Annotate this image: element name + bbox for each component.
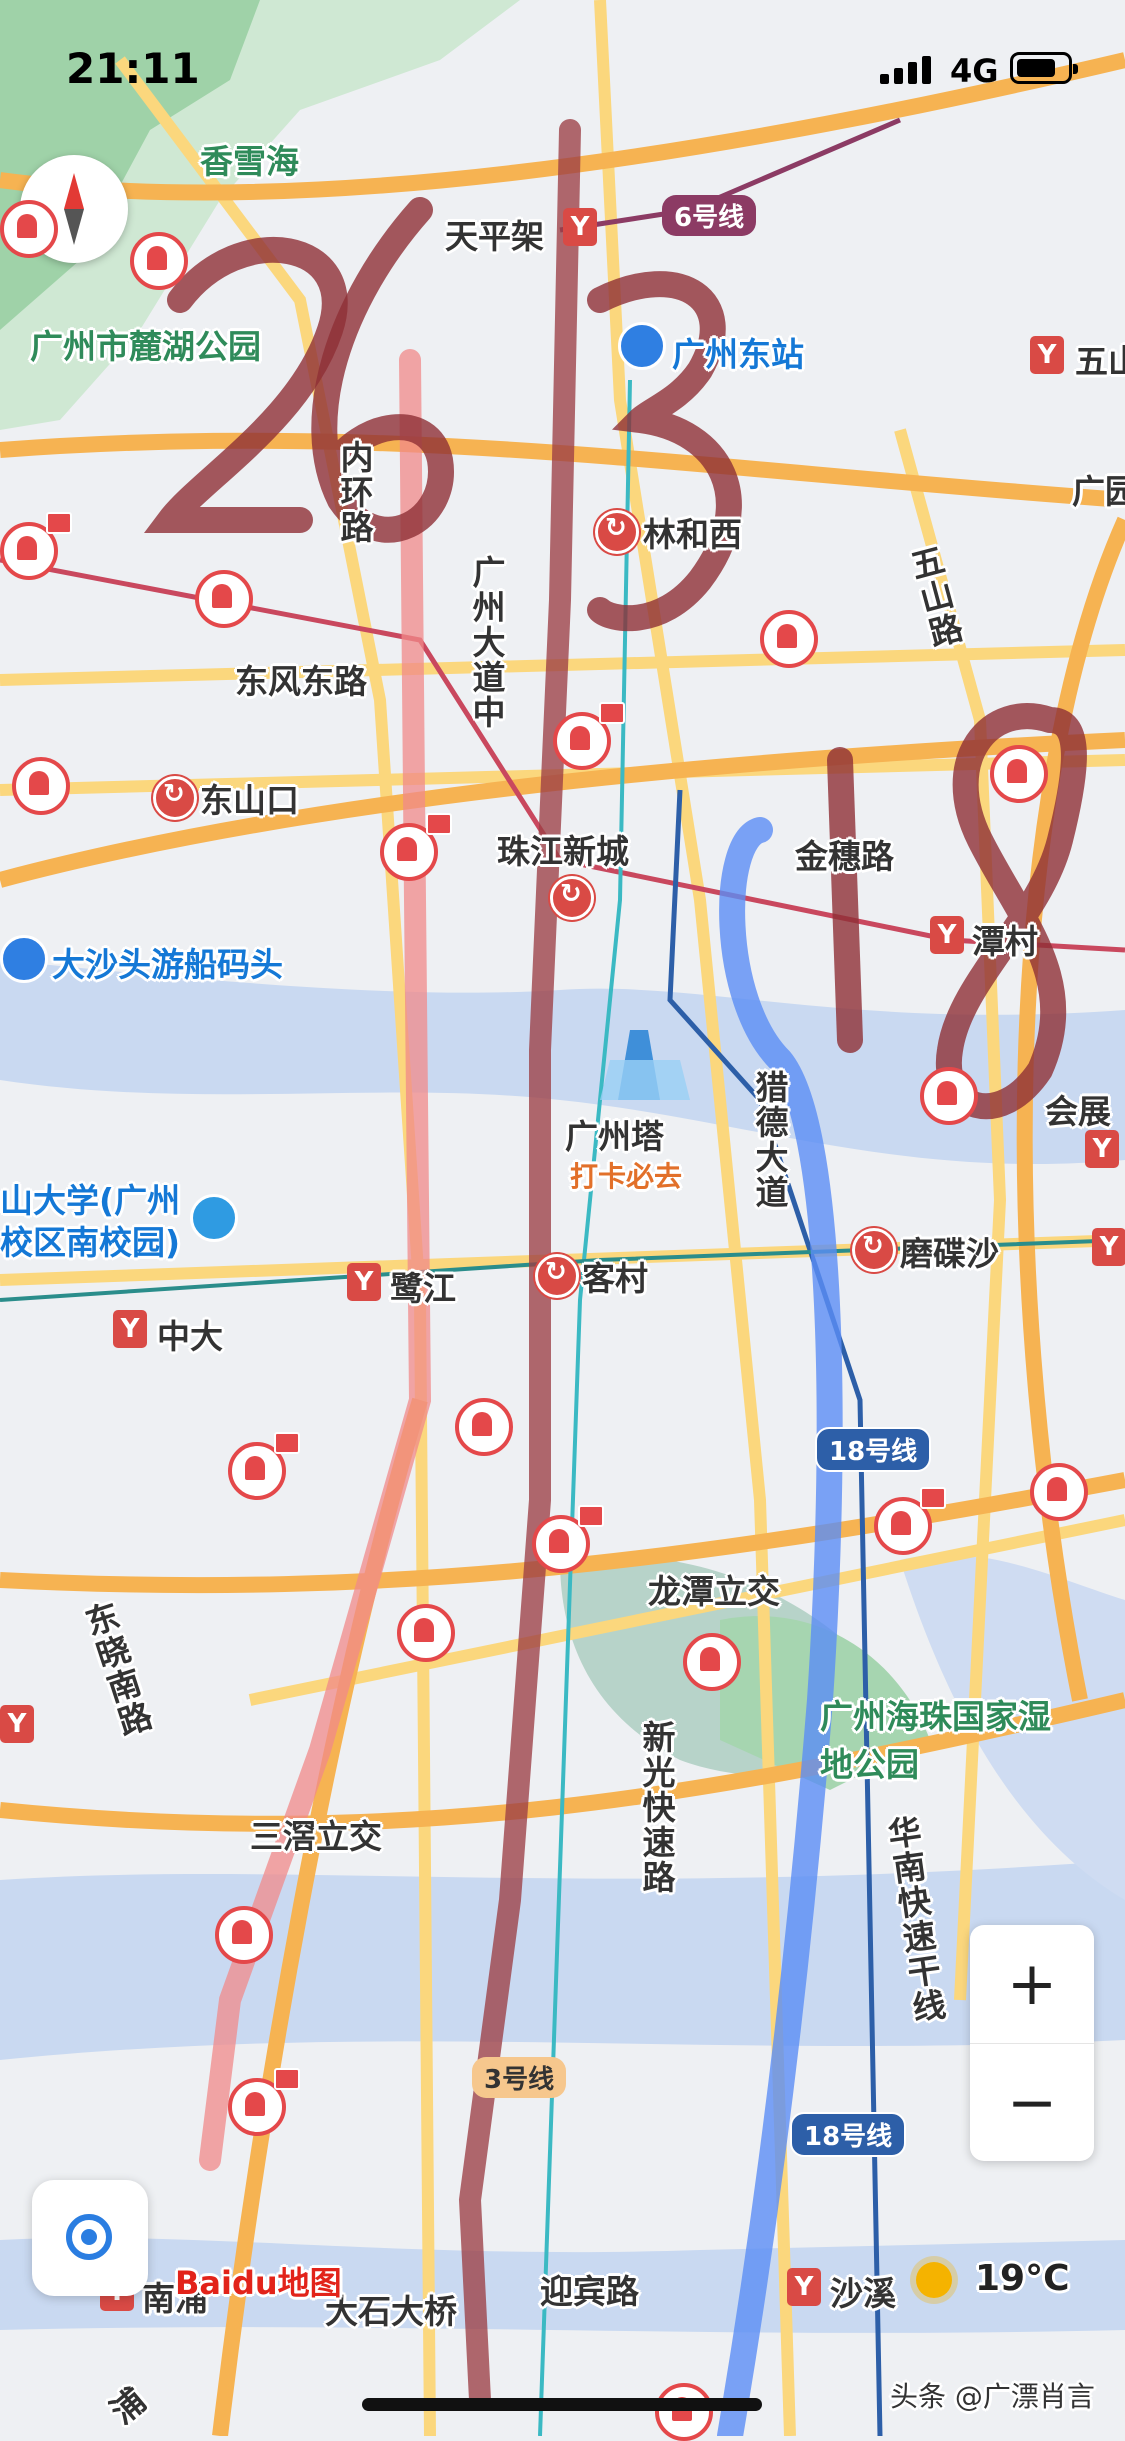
zoom-control: + − — [970, 1925, 1094, 2161]
station-label-zhujiang-newtown[interactable]: 珠江新城 — [497, 825, 629, 873]
subway-interchange-icon[interactable] — [550, 876, 594, 920]
construction-marker-icon[interactable] — [683, 1633, 741, 1691]
road-label-xinguang-expressway: 新光快速路 — [637, 1720, 676, 1895]
station-label-wushan[interactable]: 五山 — [1075, 335, 1125, 383]
construction-marker-icon[interactable] — [12, 757, 70, 815]
poi-label-dashatou-pier[interactable]: 大沙头游船码头 — [52, 938, 283, 986]
construction-marker-icon[interactable] — [1030, 1463, 1088, 1521]
construction-marker-icon[interactable] — [0, 200, 58, 258]
train-station-icon[interactable] — [618, 322, 666, 370]
metro-station-icon[interactable] — [347, 1263, 381, 1301]
poi-label-guangzhou-east-station[interactable]: 广州东站 — [672, 328, 804, 376]
home-indicator — [362, 2398, 762, 2411]
station-label-guangyuan[interactable]: 广园 — [1072, 465, 1125, 513]
construction-marker-icon[interactable] — [990, 745, 1048, 803]
metro-station-icon[interactable] — [0, 1705, 34, 1743]
line-badge-18-south[interactable]: 18号线 — [790, 2112, 907, 2157]
station-label-tianpingjia[interactable]: 天平架 — [445, 210, 544, 258]
pier-icon[interactable] — [0, 935, 48, 983]
park-label-haizhu-wetland[interactable]: 广州海珠国家湿地公园 — [820, 1690, 1080, 1786]
watermark: 头条 @广漂肖言 — [890, 2380, 1095, 2413]
battery-icon — [1010, 52, 1078, 84]
road-label-jinsui: 金穗路 — [795, 837, 894, 876]
construction-marker-icon[interactable] — [215, 1906, 273, 1964]
subway-interchange-icon[interactable] — [535, 1254, 579, 1298]
station-label-tancun[interactable]: 潭村 — [972, 915, 1038, 963]
metro-station-icon[interactable] — [1092, 1228, 1125, 1266]
construction-marker-icon[interactable] — [228, 2068, 300, 2136]
construction-marker-icon[interactable] — [553, 702, 625, 770]
metro-station-icon[interactable] — [930, 916, 964, 954]
road-label-guangzhou-avenue: 广州大道中 — [467, 555, 506, 730]
subway-interchange-icon[interactable] — [595, 510, 639, 554]
handwritten-digit-1 — [827, 747, 863, 1053]
school-icon[interactable] — [190, 1194, 238, 1242]
construction-marker-icon[interactable] — [532, 1505, 604, 1573]
road-label-longtan-interchange: 龙潭立交 — [648, 1572, 780, 1611]
construction-marker-icon[interactable] — [920, 1067, 978, 1125]
road-label-dashi-bridge: 大石大桥 — [325, 2292, 457, 2331]
road-label-liede-avenue: 猎德大道 — [750, 1070, 789, 1210]
locate-me-button[interactable] — [32, 2180, 148, 2296]
road-label-neihuan: 内环路 — [335, 440, 374, 545]
zoom-out-button[interactable]: − — [970, 2043, 1094, 2162]
road-label-dongfeng-east: 东风东路 — [235, 662, 367, 701]
line-badge-18[interactable]: 18号线 — [815, 1427, 932, 1472]
landmark-label-canton-tower[interactable]: 广州塔 — [565, 1110, 664, 1158]
construction-marker-icon[interactable] — [228, 1432, 300, 1500]
status-bar: 21:11 4G — [0, 0, 1125, 130]
subway-interchange-icon[interactable] — [153, 776, 197, 820]
construction-marker-icon[interactable] — [760, 610, 818, 668]
metro-station-icon[interactable] — [1030, 336, 1064, 374]
station-label-linhexi[interactable]: 林和西 — [643, 508, 742, 556]
station-label-dongshankou[interactable]: 东山口 — [200, 774, 299, 822]
landmark-tag: 打卡必去 — [570, 1160, 683, 1193]
line-badge-3[interactable]: 3号线 — [472, 2057, 567, 2098]
park-label-xiangxuehai[interactable]: 香雪海 — [200, 135, 299, 183]
construction-marker-icon[interactable] — [874, 1487, 946, 1555]
station-label-mocasha[interactable]: 磨碟沙 — [900, 1227, 999, 1275]
station-label-huizhan[interactable]: 会展 — [1045, 1085, 1111, 1133]
metro-station-icon[interactable] — [787, 2268, 821, 2306]
zoom-in-button[interactable]: + — [970, 1925, 1094, 2043]
metro-station-icon[interactable] — [113, 1310, 147, 1348]
subway-interchange-icon[interactable] — [852, 1228, 896, 1272]
metro-station-icon[interactable] — [1085, 1130, 1119, 1168]
sun-icon — [916, 2262, 952, 2298]
construction-marker-icon[interactable] — [455, 1398, 513, 1456]
construction-marker-icon[interactable] — [195, 570, 253, 628]
poi-label-sysu-south-campus[interactable]: 山大学(广州校区南校园) — [0, 1180, 190, 1264]
station-label-zhongda[interactable]: 中大 — [157, 1310, 223, 1358]
station-label-kecun[interactable]: 客村 — [582, 1252, 648, 1300]
line-badge-6[interactable]: 6号线 — [662, 195, 757, 236]
construction-marker-icon[interactable] — [655, 2383, 713, 2441]
metro-station-icon[interactable] — [563, 208, 597, 246]
construction-marker-icon[interactable] — [130, 232, 188, 290]
station-label-lujiang[interactable]: 鹭江 — [390, 1262, 456, 1310]
status-time: 21:11 — [66, 44, 200, 93]
construction-marker-icon[interactable] — [397, 1604, 455, 1662]
road-label-sanjiao-interchange: 三滘立交 — [250, 1817, 382, 1856]
station-label-shaxi[interactable]: 沙溪 — [830, 2267, 896, 2315]
baidu-map-logo: Baidu地图 — [175, 2264, 342, 2302]
road-label-yingbin: 迎宾路 — [540, 2272, 639, 2311]
construction-marker-icon[interactable] — [0, 512, 72, 580]
handwritten-digit-2 — [143, 236, 348, 533]
network-type: 4G — [950, 52, 999, 90]
construction-marker-icon[interactable] — [380, 813, 452, 881]
park-label-luhu[interactable]: 广州市麓湖公园 — [30, 320, 261, 368]
signal-bars-icon — [880, 54, 936, 84]
weather-temperature[interactable]: 19°C — [975, 2258, 1070, 2299]
